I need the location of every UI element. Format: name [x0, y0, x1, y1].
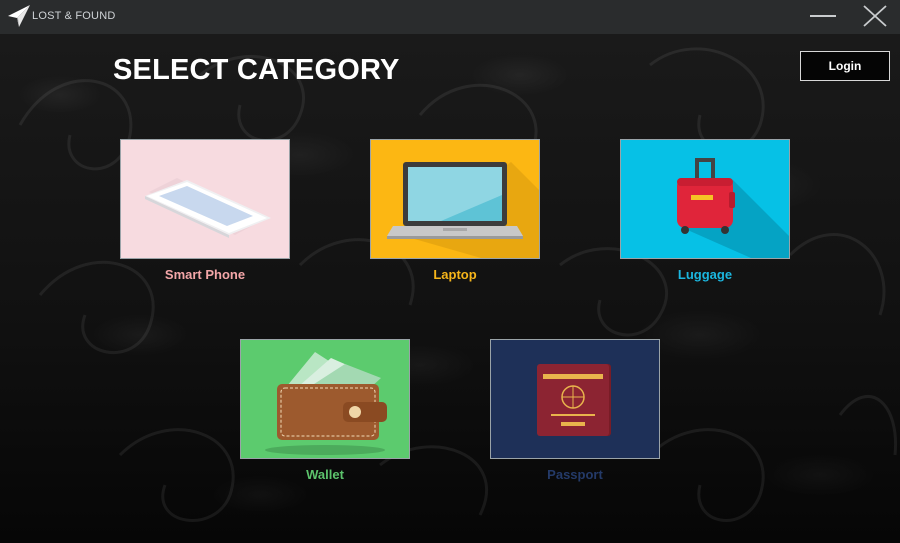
minimize-button[interactable] — [808, 4, 838, 30]
category-luggage[interactable]: Luggage — [620, 139, 790, 282]
page-heading: SELECT CATEGORY — [113, 54, 400, 86]
wallet-icon — [265, 352, 387, 455]
category-passport[interactable]: Passport — [490, 339, 660, 482]
close-button[interactable] — [860, 4, 890, 30]
category-label: Laptop — [433, 267, 477, 282]
category-label: Luggage — [677, 267, 733, 282]
category-label: Passport — [547, 467, 603, 482]
title-bar: LOST & FOUND — [0, 0, 900, 35]
category-image[interactable] — [370, 139, 540, 259]
category-label: Wallet — [306, 467, 344, 482]
minimize-icon — [810, 15, 836, 17]
luggage-icon — [677, 158, 789, 258]
app-title: LOST & FOUND — [32, 10, 116, 22]
category-image[interactable] — [620, 139, 790, 259]
passport-icon — [537, 364, 611, 436]
category-smart-phone[interactable]: Smart Phone — [120, 139, 290, 282]
laptop-icon — [387, 162, 539, 258]
category-laptop[interactable]: Laptop — [370, 139, 540, 282]
category-image[interactable] — [490, 339, 660, 459]
background-pattern — [18, 47, 898, 522]
main-content: SELECT CATEGORY Login Smart Phone Laptop… — [0, 35, 900, 543]
category-wallet[interactable]: Wallet — [240, 339, 410, 482]
category-image[interactable] — [240, 339, 410, 459]
paper-plane-icon — [8, 5, 30, 27]
category-label: Smart Phone — [164, 267, 246, 282]
close-icon — [863, 5, 887, 27]
category-image[interactable] — [120, 139, 290, 259]
smartphone-icon — [145, 178, 271, 238]
login-button[interactable]: Login — [800, 51, 890, 81]
